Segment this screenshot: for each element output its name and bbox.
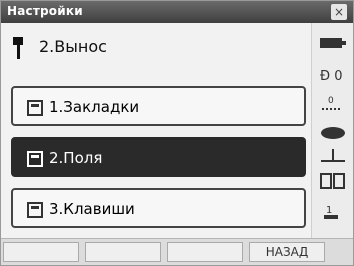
breadcrumb-label: 2.Вынос (39, 37, 107, 56)
keys-icon (27, 202, 43, 218)
bookmark-icon (27, 100, 43, 116)
fields-icon (27, 151, 43, 167)
level-icon (321, 149, 345, 162)
settings-window: Настройки × 2.Вынос 1.Закладки 2.Поля 3.… (0, 0, 354, 266)
close-icon[interactable]: × (331, 4, 347, 20)
laser-icon (321, 127, 345, 139)
menu-item-label: 1.Закладки (49, 98, 140, 116)
memory-icon (320, 173, 345, 189)
ppm-icon: 0 (322, 96, 342, 110)
svg-text:1: 1 (326, 205, 332, 216)
menu-item-fields[interactable]: 2.Поля (11, 137, 306, 177)
svg-text:Ð 0: Ð 0 (320, 69, 342, 84)
battery-icon (320, 38, 346, 48)
function-key-f2[interactable] (85, 242, 161, 262)
menu-item-label: 2.Поля (49, 149, 103, 167)
signal-icon: 1 (324, 205, 338, 219)
menu-item-bookmarks[interactable]: 1.Закладки (11, 86, 306, 126)
back-button[interactable]: НАЗАД (249, 242, 325, 262)
status-column: Ð 0 0 1 (311, 23, 353, 241)
menu-item-label: 3.Клавиши (49, 200, 135, 218)
breadcrumb: 2.Вынос (9, 33, 309, 63)
flag-icon (13, 37, 23, 59)
svg-text:0: 0 (328, 96, 334, 106)
titlebar: Настройки × (1, 1, 353, 23)
function-key-f3[interactable] (167, 242, 243, 262)
function-key-f1[interactable] (3, 242, 79, 262)
prism-icon: Ð 0 (320, 69, 342, 84)
window-title: Настройки (7, 4, 83, 18)
function-key-bar: НАЗАД (1, 238, 353, 265)
menu-item-keys[interactable]: 3.Клавиши (11, 188, 306, 228)
